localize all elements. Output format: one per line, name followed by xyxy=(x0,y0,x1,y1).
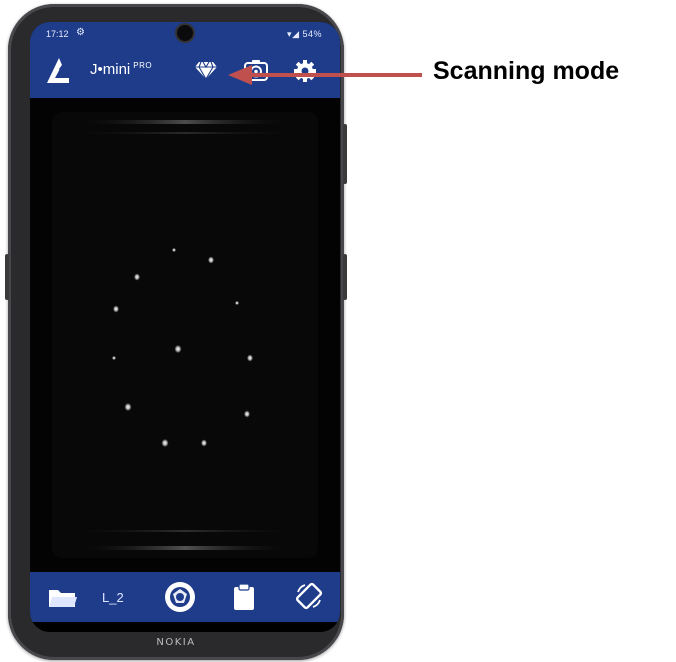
capture-aperture-icon[interactable] xyxy=(164,581,196,618)
volume-button xyxy=(5,254,9,300)
lens-label[interactable]: L_2 xyxy=(102,590,124,605)
phone-brand: NOKIA xyxy=(156,637,196,648)
scan-preview xyxy=(30,98,340,572)
screen-bottom-bezel xyxy=(30,622,340,632)
front-camera xyxy=(177,25,193,41)
annotation-label: Scanning mode xyxy=(433,57,620,85)
rotate-icon[interactable] xyxy=(294,581,324,616)
phone-screen: 17:12 ⚙ ▾◢ 54% J•mini PRO L_2 xyxy=(30,22,340,632)
status-indicators: ▾◢ 54% xyxy=(287,29,322,39)
j-logo-icon xyxy=(42,56,72,91)
folder-icon[interactable] xyxy=(48,587,78,614)
annotation-arrow xyxy=(228,65,422,85)
app-title-suffix: PRO xyxy=(133,61,153,70)
camera-viewport[interactable] xyxy=(30,98,340,572)
side-button xyxy=(343,254,347,300)
app-title: J•mini PRO xyxy=(90,61,152,78)
bottom-toolbar: L_2 xyxy=(30,572,340,622)
clipboard-icon[interactable] xyxy=(233,583,255,616)
status-time: 17:12 xyxy=(46,29,69,39)
power-button xyxy=(343,124,347,184)
diamond-icon[interactable] xyxy=(194,58,218,87)
app-title-text: J•mini xyxy=(90,61,131,78)
phone-frame: 17:12 ⚙ ▾◢ 54% J•mini PRO L_2 NOKIA xyxy=(5,4,347,660)
status-settings-icon: ⚙ xyxy=(76,27,85,38)
